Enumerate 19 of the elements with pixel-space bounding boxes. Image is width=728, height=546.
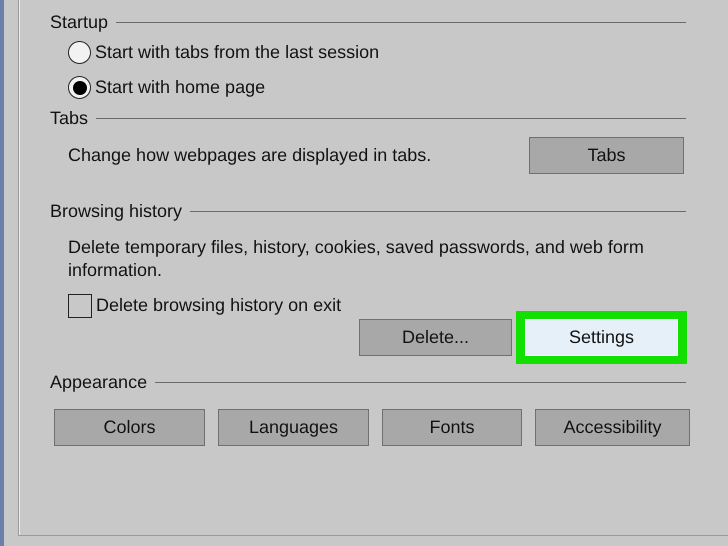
- dialog-button[interactable]: Fonts: [382, 409, 522, 446]
- section-heading: Browsing history: [50, 200, 182, 222]
- section-heading: Appearance: [50, 372, 148, 392]
- section-description: Change how webpages are displayed in tabs.: [68, 145, 432, 166]
- dialog-button[interactable]: Languages: [218, 409, 369, 446]
- dialog-button[interactable]: Settings: [525, 319, 678, 356]
- section-heading: Tabs: [50, 108, 88, 128]
- dialog-button[interactable]: Delete...: [359, 319, 512, 356]
- checkbox[interactable]: [68, 294, 92, 318]
- section-description: Delete temporary files, history, cookies, saved passwords, and web form information.: [68, 236, 645, 282]
- radio-button[interactable]: [68, 76, 91, 99]
- dialog-button[interactable]: Accessibility: [535, 409, 690, 446]
- section-heading: Startup: [50, 12, 108, 32]
- radio-button[interactable]: [68, 41, 91, 64]
- checkbox-label: Delete browsing history on exit: [96, 295, 342, 316]
- radio-label: Start with tabs from the last session: [95, 42, 380, 63]
- dialog-button[interactable]: Colors: [54, 409, 205, 446]
- dialog-button[interactable]: Tabs: [529, 137, 684, 174]
- radio-label: Start with home page: [95, 77, 266, 98]
